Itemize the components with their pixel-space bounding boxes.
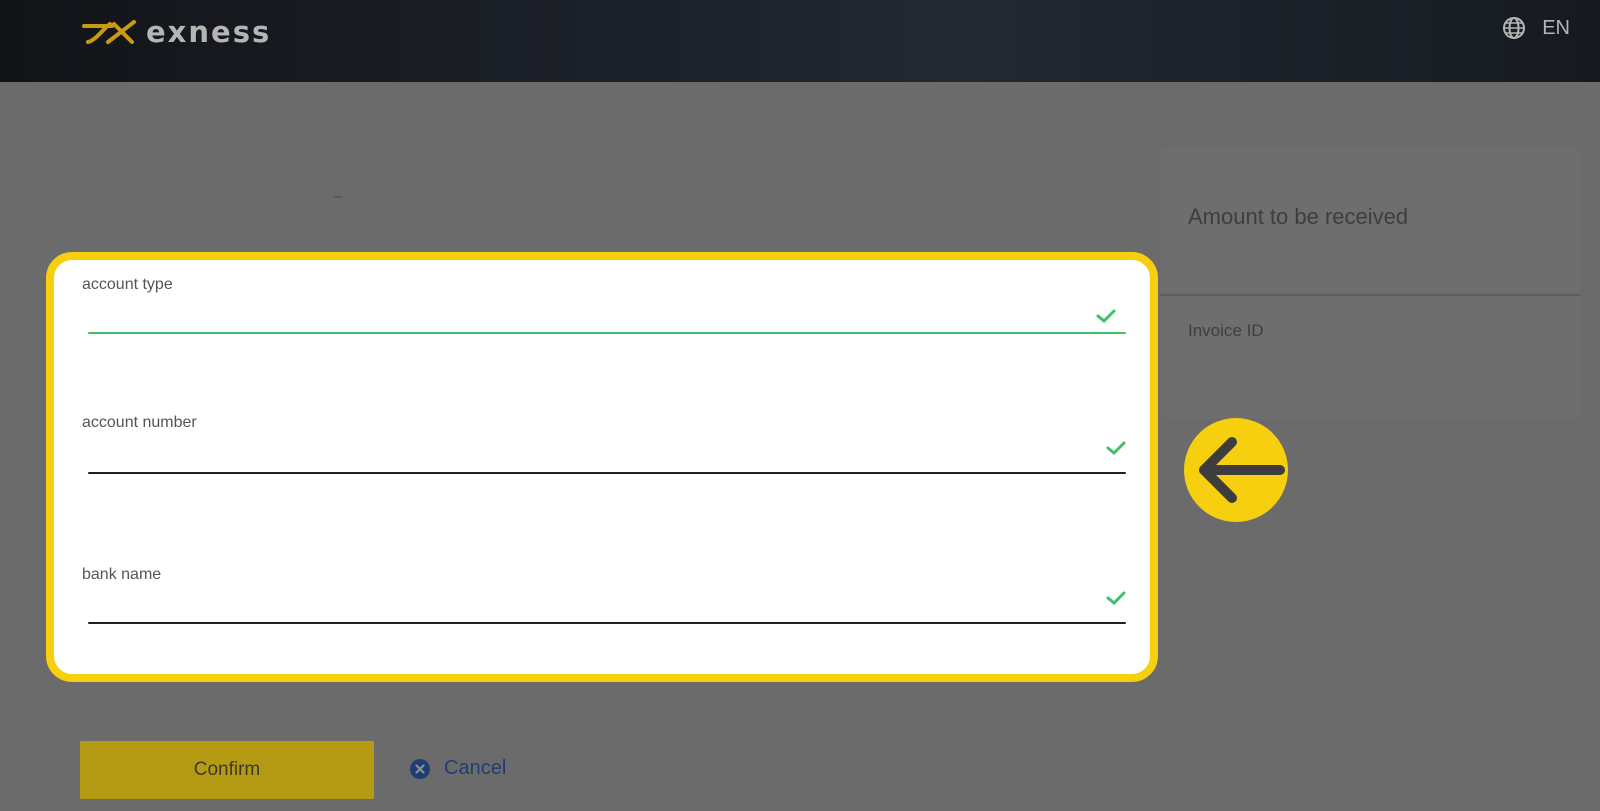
check-icon [1106,441,1126,456]
check-icon [1096,309,1116,324]
language-selector[interactable]: EN [1502,16,1570,40]
logo-text: exness [146,15,272,49]
exness-logo-icon [82,20,136,44]
close-circle-icon [410,758,430,779]
exness-logo[interactable]: exness [82,14,271,50]
field-label: bank name [82,566,162,583]
confirm-button[interactable]: Confirm [80,741,374,799]
amount-label: Amount to be received [1188,204,1409,229]
check-icon [1106,591,1126,606]
faded-divider [334,196,342,198]
field-underline [88,332,1126,334]
arrow-left-icon [1184,418,1288,522]
field-underline [88,472,1126,474]
field-label: account type [82,276,173,293]
summary-panel: Amount to be received Invoice ID [1160,148,1580,418]
field-underline [88,622,1126,624]
summary-divider [1160,294,1580,296]
cancel-button[interactable]: Cancel [410,757,506,780]
top-bar: exness EN [0,0,1600,82]
bank-name-field[interactable]: bank name [82,566,1126,646]
language-label: EN [1542,16,1570,39]
withdrawal-form: account type account number bank name [46,252,1158,682]
account-number-field[interactable]: account number [82,414,1126,494]
invoice-label: Invoice ID [1188,321,1264,340]
cancel-label: Cancel [444,757,507,779]
field-label: account number [82,414,197,431]
account-type-field[interactable]: account type [82,276,1126,356]
globe-icon [1503,17,1526,39]
